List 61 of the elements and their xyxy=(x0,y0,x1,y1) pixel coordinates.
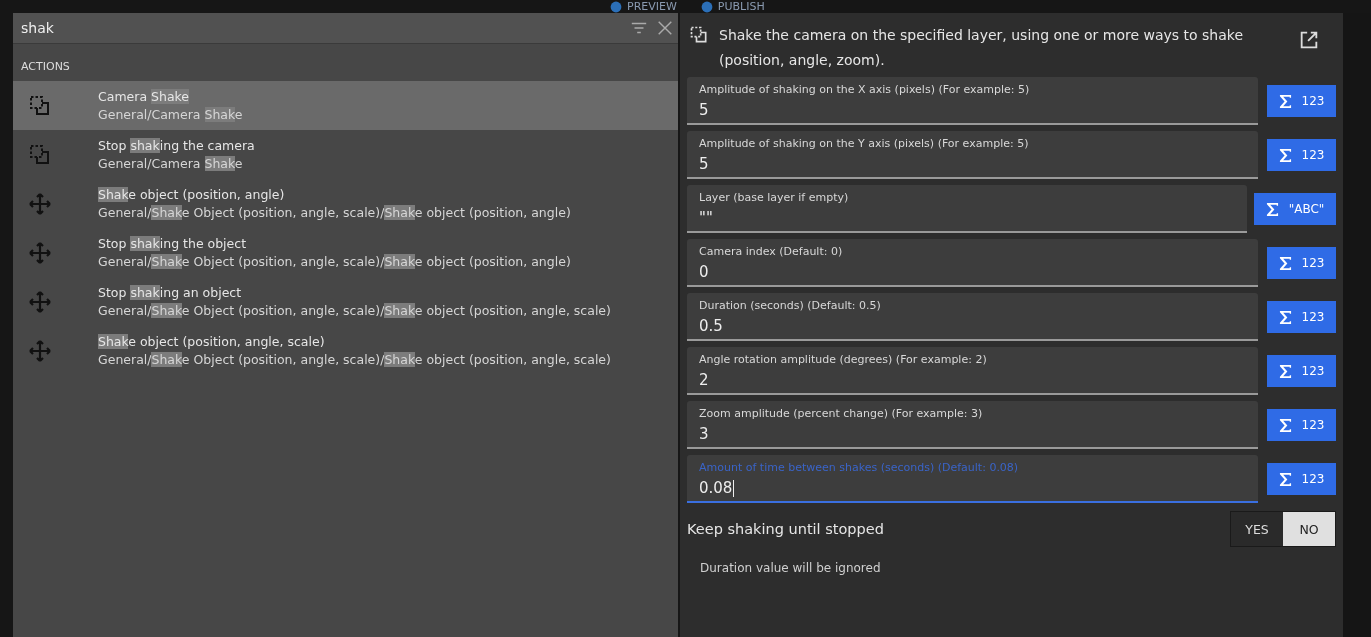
parameter-field[interactable]: Camera index (Default: 0) 0 xyxy=(687,239,1258,287)
expression-button[interactable]: 123 xyxy=(1267,409,1336,441)
sigma-icon xyxy=(1278,147,1292,163)
sigma-icon xyxy=(1278,93,1292,109)
toggle-label: Keep shaking until stopped xyxy=(687,521,884,537)
sigma-icon xyxy=(1278,471,1292,487)
open-external-icon[interactable] xyxy=(1298,29,1320,51)
parameter-field[interactable]: Amount of time between shakes (seconds) (Default: 0.08) 0.08 xyxy=(687,455,1258,503)
result-item[interactable]: Stop shaking the object General/Shake Object (position, angle, scale)/Shake object (position, angle) xyxy=(13,228,678,277)
action-title: Shake object (position, angle) xyxy=(98,187,286,202)
expression-button[interactable]: 123 xyxy=(1267,85,1336,117)
action-path: General/Shake Object (position, angle, scale)/Shake object (position, angle, scale) xyxy=(98,352,611,367)
expression-button[interactable]: 123 xyxy=(1267,301,1336,333)
action-title: Camera Shake xyxy=(98,89,191,104)
expression-button[interactable]: "ABC" xyxy=(1254,193,1336,225)
toolbar-button[interactable]: PREVIEW xyxy=(627,0,677,13)
result-item[interactable]: Stop shaking the camera General/Camera Shake xyxy=(13,130,678,179)
parameter-field[interactable]: Amplitude of shaking on the X axis (pixels) (For example: 5) 5 xyxy=(687,77,1258,125)
parameter-field[interactable]: Duration (seconds) (Default: 0.5) 0.5 xyxy=(687,293,1258,341)
move-arrows-icon xyxy=(28,338,52,363)
toolbar-button[interactable]: PUBLISH xyxy=(717,0,765,13)
parameter-field[interactable]: Zoom amplitude (percent change) (For example: 3) 3 xyxy=(687,401,1258,449)
move-arrows-icon xyxy=(28,289,52,314)
action-title: Stop shaking the object xyxy=(98,236,248,251)
circle-icon[interactable] xyxy=(700,0,713,13)
sigma-icon xyxy=(1278,255,1292,271)
circle-icon[interactable] xyxy=(610,0,622,13)
sigma-icon xyxy=(1278,309,1292,325)
toggle-option[interactable]: NO xyxy=(1283,512,1335,546)
search-field[interactable]: shak xyxy=(13,13,626,44)
expression-button[interactable]: 123 xyxy=(1267,247,1336,279)
action-path: General/Camera Shake xyxy=(98,156,244,171)
expression-button[interactable]: 123 xyxy=(1267,355,1336,387)
result-item[interactable]: Shake object (position, angle) General/Shake Object (position, angle, scale)/Shake object (position, angle) xyxy=(13,179,678,228)
action-path: General/Shake Object (position, angle, scale)/Shake object (position, angle, scale) xyxy=(98,303,611,318)
action-path: General/Shake Object (position, angle, scale)/Shake object (position, angle) xyxy=(98,254,571,269)
sigma-icon xyxy=(1278,363,1292,379)
camera-frame-icon xyxy=(28,142,52,167)
action-title: Stop shaking an object xyxy=(98,285,243,300)
sigma-icon xyxy=(1278,417,1292,433)
action-description: Shake the camera on the specified layer, using one or more ways to shake (position, angle, zoom). xyxy=(719,26,1245,70)
action-title: Stop shaking the camera xyxy=(98,138,255,153)
result-item[interactable]: Shake object (position, angle, scale) General/Shake Object (position, angle, scale)/Shake object (position, angle, scale) xyxy=(13,326,678,375)
result-item[interactable]: Stop shaking an object General/Shake Object (position, angle, scale)/Shake object (position, angle, scale) xyxy=(13,277,678,326)
action-path: General/Shake Object (position, angle, scale)/Shake object (position, angle) xyxy=(98,205,571,220)
close-icon[interactable] xyxy=(652,13,678,44)
parameter-field[interactable]: Angle rotation amplitude (degrees) (For example: 2) 2 xyxy=(687,347,1258,395)
move-arrows-icon xyxy=(28,191,52,216)
parameter-field[interactable]: Amplitude of shaking on the Y axis (pixels) (For example: 5) 5 xyxy=(687,131,1258,179)
camera-frame-icon xyxy=(689,25,709,45)
action-title: Shake object (position, angle, scale) xyxy=(98,334,326,349)
hint-text: Duration value will be ignored xyxy=(699,560,882,577)
section-heading: ACTIONS xyxy=(20,59,71,75)
move-arrows-icon xyxy=(28,240,52,265)
action-path: General/Camera Shake xyxy=(98,107,243,122)
expression-button[interactable]: 123 xyxy=(1267,463,1336,495)
result-item[interactable]: Camera Shake General/Camera Shake xyxy=(13,81,678,130)
sigma-icon xyxy=(1265,201,1279,217)
expression-button[interactable]: 123 xyxy=(1267,139,1336,171)
camera-frame-icon xyxy=(28,93,52,118)
parameter-field[interactable]: Layer (base layer if empty) "" xyxy=(687,185,1247,233)
